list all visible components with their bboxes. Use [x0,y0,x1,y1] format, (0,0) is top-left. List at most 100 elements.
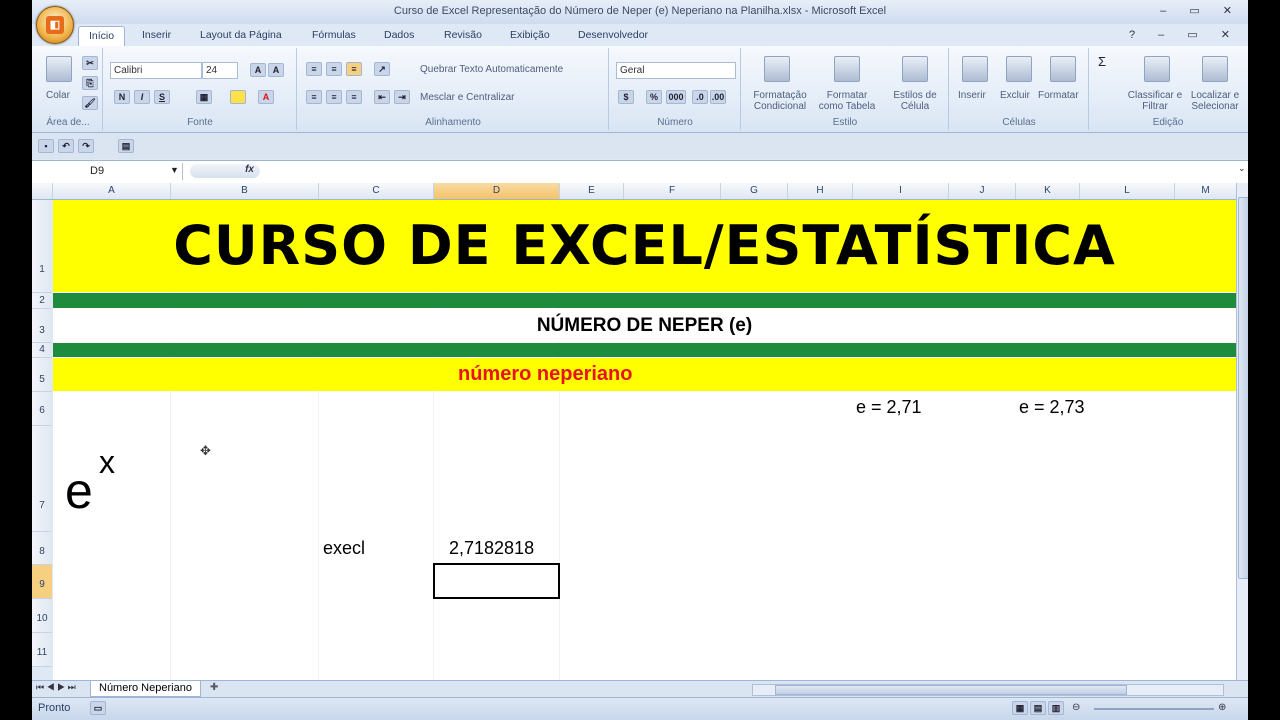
col-header-h[interactable]: H [788,183,853,199]
office-button[interactable]: ◧ [36,6,74,44]
row-header-1[interactable]: 1 [32,200,52,293]
align-right-icon[interactable]: ≡ [346,90,362,104]
row-header-7[interactable]: 7 [32,426,52,532]
number-format-select[interactable]: Geral [616,62,736,79]
active-cell-d9[interactable] [433,563,560,599]
underline-button[interactable]: S [154,90,170,104]
sort-filter-button[interactable]: Classificar e Filtrar [1126,90,1184,112]
italic-button[interactable]: I [134,90,150,104]
format-table-icon[interactable] [834,56,860,82]
hscroll-thumb[interactable] [775,685,1127,695]
col-header-j[interactable]: J [949,183,1016,199]
fill-color-icon[interactable] [230,90,246,104]
delete-cells-icon[interactable] [1006,56,1032,82]
tab-desenvolvedor[interactable]: Desenvolvedor [578,29,648,41]
autosum-icon[interactable]: Σ [1098,54,1106,69]
cell-styles-icon[interactable] [902,56,928,82]
format-cells-button[interactable]: Formatar [1038,90,1079,101]
shrink-font-icon[interactable]: A [268,63,284,77]
conditional-format-button[interactable]: Formatação Condicional [746,90,814,112]
col-header-a[interactable]: A [53,183,171,199]
merge-center-button[interactable]: Mesclar e Centralizar [420,92,514,103]
col-header-e[interactable]: E [560,183,624,199]
align-top-icon[interactable]: ≡ [306,62,322,76]
window-controls[interactable]: – ▭ ✕ [1160,4,1242,17]
orientation-icon[interactable]: ↗ [374,62,390,76]
col-header-c[interactable]: C [319,183,434,199]
copy-icon[interactable]: ⎘ [82,76,98,90]
sort-filter-icon[interactable] [1144,56,1170,82]
increase-decimal-icon[interactable]: .0 [692,90,708,104]
vertical-scrollbar[interactable] [1236,183,1248,681]
insert-sheet-icon[interactable]: ✚ [210,682,218,693]
fx-button[interactable]: fx [190,164,260,178]
row-header-2[interactable]: 2 [32,293,52,309]
zoom-plus-icon[interactable]: ⊕ [1218,702,1226,713]
align-center-icon[interactable]: ≡ [326,90,342,104]
cut-icon[interactable]: ✂ [82,56,98,70]
col-header-b[interactable]: B [171,183,319,199]
col-header-f[interactable]: F [624,183,721,199]
wrap-text-button[interactable]: Quebrar Texto Automaticamente [420,64,563,75]
tab-exibicao[interactable]: Exibição [510,29,550,41]
page-break-view-icon[interactable]: ▥ [1048,701,1064,715]
sheet-tab-active[interactable]: Número Neperiano [90,681,201,697]
decrease-decimal-icon[interactable]: .00 [710,90,726,104]
increase-indent-icon[interactable]: ⇥ [394,90,410,104]
undo-icon[interactable]: ↶ [58,139,74,153]
sheet-nav-arrows-icon[interactable]: ⏮ ◀ ▶ ⏭ [36,682,76,693]
tab-revisao[interactable]: Revisão [444,29,482,41]
tab-formulas[interactable]: Fórmulas [312,29,356,41]
row-header-8[interactable]: 8 [32,532,52,565]
print-preview-icon[interactable]: ▤ [118,139,134,153]
align-middle-icon[interactable]: ≡ [326,62,342,76]
help-icon[interactable]: ? – ▭ ✕ [1129,28,1240,41]
font-name-select[interactable]: Calibri [110,62,202,79]
name-box[interactable]: D9 ▼ [32,163,183,180]
row-header-11[interactable]: 11 [32,633,52,667]
col-header-m[interactable]: M [1175,183,1236,199]
format-painter-icon[interactable]: 🖌 [82,96,98,110]
row-header-9[interactable]: 9 [32,565,52,599]
row-header-3[interactable]: 3 [32,309,52,343]
save-icon[interactable]: ▪ [38,139,54,153]
zoom-slider[interactable] [1094,708,1214,710]
percent-button[interactable]: % [646,90,662,104]
row-header-5[interactable]: 5 [32,358,52,392]
align-bottom-icon[interactable]: ≡ [346,62,362,76]
tab-dados[interactable]: Dados [384,29,414,41]
font-size-select[interactable]: 24 [202,62,238,79]
bold-button[interactable]: N [114,90,130,104]
grow-font-icon[interactable]: A [250,63,266,77]
paste-icon[interactable] [46,56,72,82]
page-layout-view-icon[interactable]: ▤ [1030,701,1046,715]
insert-cells-icon[interactable] [962,56,988,82]
tab-inserir[interactable]: Inserir [142,29,171,41]
thousands-button[interactable]: 000 [666,90,686,104]
find-select-button[interactable]: Localizar e Selecionar [1184,90,1246,112]
delete-cells-button[interactable]: Excluir [1000,90,1030,101]
font-color-icon[interactable]: A [258,90,274,104]
select-all-corner[interactable] [32,183,53,199]
conditional-format-icon[interactable] [764,56,790,82]
row-header-4[interactable]: 4 [32,343,52,358]
tab-inicio[interactable]: Início [78,26,126,46]
col-header-k[interactable]: K [1016,183,1080,199]
zoom-minus-icon[interactable]: ⊖ [1072,702,1080,713]
align-left-icon[interactable]: ≡ [306,90,322,104]
chevron-down-icon[interactable]: ▼ [170,165,179,175]
expand-formula-icon[interactable]: ⌄ [1238,163,1248,179]
row-header-10[interactable]: 10 [32,599,52,633]
col-header-i[interactable]: I [853,183,949,199]
paste-label[interactable]: Colar [46,90,70,101]
macro-record-icon[interactable]: ▭ [90,701,106,715]
normal-view-icon[interactable]: ▦ [1012,701,1028,715]
cell-styles-button[interactable]: Estilos de Célula [884,90,946,112]
worksheet[interactable]: CURSO DE EXCEL/ESTATÍSTICA NÚMERO DE NEP… [53,200,1236,680]
row-header-6[interactable]: 6 [32,392,52,426]
insert-cells-button[interactable]: Inserir [958,90,986,101]
format-table-button[interactable]: Formatar como Tabela [816,90,878,112]
col-header-g[interactable]: G [721,183,788,199]
format-cells-icon[interactable] [1050,56,1076,82]
scrollbar-thumb[interactable] [1238,197,1248,579]
